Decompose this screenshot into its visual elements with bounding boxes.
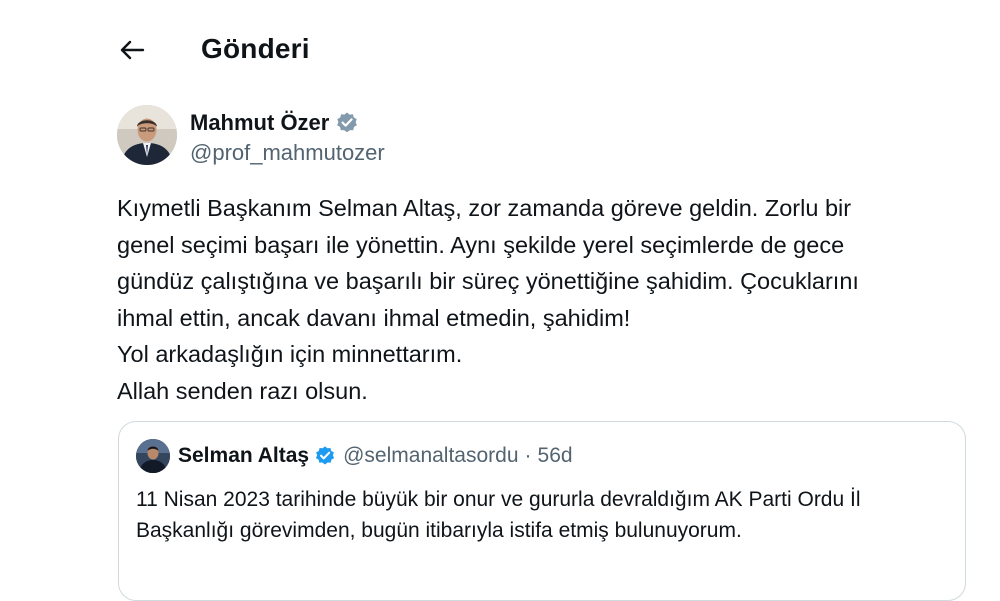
tweet-author: Mahmut Özer @prof_mahmutozer [117, 104, 717, 168]
quoted-author-name[interactable]: Selman Altaş [178, 444, 309, 468]
quoted-tweet-text: 11 Nisan 2023 tarihinde büyük bir onur v… [136, 488, 861, 542]
author-handle[interactable]: @prof_mahmutozer [190, 140, 385, 166]
quoted-tweet[interactable]: Selman Altaş @selmanaltasordu · 56d 11 N… [118, 421, 966, 601]
verified-badge-icon [314, 445, 336, 467]
quoted-timestamp[interactable]: 56d [538, 444, 573, 468]
avatar[interactable] [117, 105, 177, 165]
author-name-row: Mahmut Özer [190, 110, 359, 136]
separator-dot: · [524, 444, 532, 467]
author-name[interactable]: Mahmut Özer [190, 110, 329, 136]
top-bar: Gönderi [0, 0, 1000, 100]
arrow-left-icon [120, 40, 145, 60]
page-title: Gönderi [201, 33, 310, 64]
verified-badge-icon [335, 111, 359, 135]
quoted-author-handle[interactable]: @selmanaltasordu [343, 444, 518, 468]
tweet-text: Kıymetli Başkanım Selman Altaş, zor zama… [117, 195, 859, 404]
quoted-avatar[interactable] [136, 439, 170, 473]
back-button[interactable] [112, 30, 152, 70]
quoted-tweet-header: Selman Altaş @selmanaltasordu · 56d [136, 439, 573, 473]
